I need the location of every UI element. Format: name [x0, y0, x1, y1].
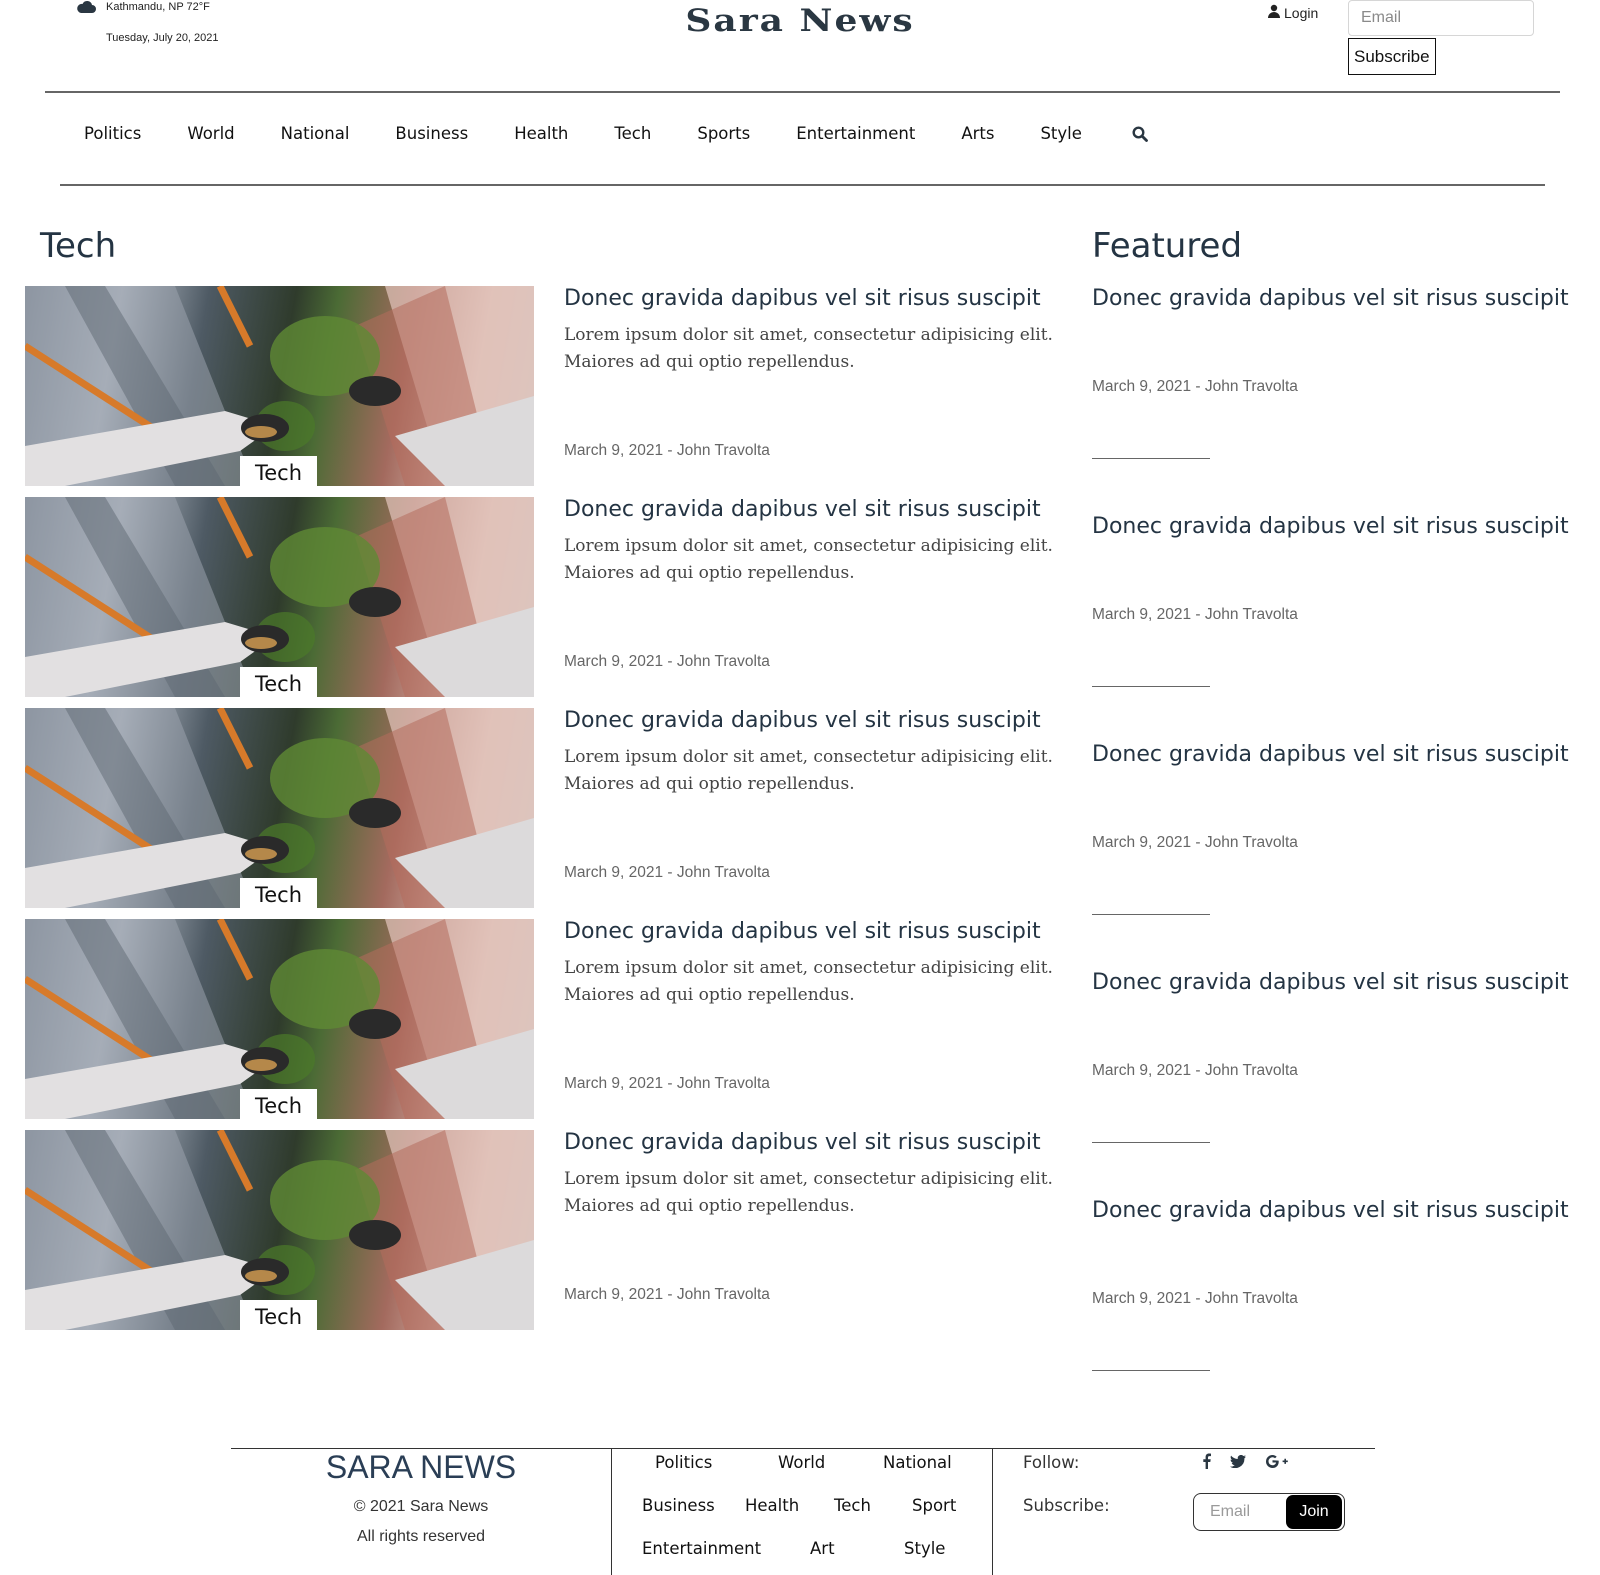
featured-title-link[interactable]: Donec gravida dapibus vel sit risus susc… [1092, 970, 1569, 995]
footer-link-health[interactable]: Health [745, 1496, 799, 1515]
footer-link-entertainment[interactable]: Entertainment [642, 1539, 761, 1558]
article-excerpt: Lorem ipsum dolor sit amet, consectetur … [564, 958, 1053, 1005]
article-image[interactable]: Tech [25, 497, 534, 697]
category-tag[interactable]: Tech [240, 878, 318, 908]
footer-link-national[interactable]: National [883, 1453, 952, 1472]
nav-business[interactable]: Business [395, 124, 468, 143]
featured-divider [1092, 1142, 1210, 1143]
footer-social-column: Follow: Subscribe: Join [993, 1449, 1373, 1575]
footer-links-column: Politics World National Business Health … [611, 1449, 993, 1575]
category-tag[interactable]: Tech [240, 456, 318, 486]
article-image[interactable]: Tech [25, 708, 534, 908]
login-link[interactable]: Login [1268, 4, 1318, 21]
login-label: Login [1284, 4, 1319, 21]
subscribe-label: Subscribe: [1023, 1496, 1110, 1515]
google-plus-icon[interactable] [1265, 1453, 1289, 1469]
article-card[interactable]: Tech Donec gravida dapibus vel sit risus … [25, 1130, 1075, 1330]
footer-link-world[interactable]: World [778, 1453, 825, 1472]
footer-link-tech[interactable]: Tech [834, 1496, 871, 1515]
category-tag[interactable]: Tech [240, 1300, 318, 1330]
featured-meta: March 9, 2021 - John Travolta [1092, 378, 1298, 395]
article-excerpt: Lorem ipsum dolor sit amet, consectetur … [564, 536, 1053, 583]
article-meta: March 9, 2021 - John Travolta [564, 653, 770, 670]
footer-link-style[interactable]: Style [904, 1539, 945, 1558]
featured-title-link[interactable]: Donec gravida dapibus vel sit risus susc… [1092, 514, 1569, 539]
article-meta: March 9, 2021 - John Travolta [564, 442, 770, 459]
footer-email-input[interactable] [1194, 1494, 1274, 1530]
article-title[interactable]: Donec gravida dapibus vel sit risus susc… [564, 1130, 1084, 1155]
nav-divider [60, 184, 1545, 186]
article-card[interactable]: Tech Donec gravida dapibus vel sit risus … [25, 919, 1075, 1119]
section-title: Tech [40, 226, 117, 266]
footer-link-sport[interactable]: Sport [912, 1496, 956, 1515]
footer-link-business[interactable]: Business [642, 1496, 715, 1515]
featured-item[interactable]: Donec gravida dapibus vel sit risus susc… [1092, 514, 1582, 734]
article-image[interactable]: Tech [25, 919, 534, 1119]
category-tag[interactable]: Tech [240, 667, 318, 697]
featured-title-link[interactable]: Donec gravida dapibus vel sit risus susc… [1092, 1198, 1569, 1223]
nav-national[interactable]: National [281, 124, 350, 143]
category-tag[interactable]: Tech [240, 1089, 318, 1119]
nav-tech[interactable]: Tech [614, 124, 651, 143]
featured-meta: March 9, 2021 - John Travolta [1092, 606, 1298, 623]
join-button[interactable]: Join [1286, 1495, 1342, 1529]
footer: SARA NEWS © 2021 Sara News All rights re… [231, 1448, 1375, 1575]
article-meta: March 9, 2021 - John Travolta [564, 864, 770, 881]
article-meta: March 9, 2021 - John Travolta [564, 1286, 770, 1303]
featured-item[interactable]: Donec gravida dapibus vel sit risus susc… [1092, 970, 1582, 1190]
featured-divider [1092, 1370, 1210, 1371]
nav-arts[interactable]: Arts [961, 124, 994, 143]
twitter-icon[interactable] [1229, 1453, 1247, 1469]
featured-meta: March 9, 2021 - John Travolta [1092, 1062, 1298, 1079]
featured-divider [1092, 458, 1210, 459]
nav-world[interactable]: World [187, 124, 234, 143]
nav-style[interactable]: Style [1040, 124, 1081, 143]
featured-meta: March 9, 2021 - John Travolta [1092, 1290, 1298, 1307]
article-card[interactable]: Tech Donec gravida dapibus vel sit risus … [25, 286, 1075, 486]
featured-title-link[interactable]: Donec gravida dapibus vel sit risus susc… [1092, 286, 1569, 311]
header-divider [45, 91, 1560, 93]
footer-copyright: © 2021 Sara News [353, 1498, 489, 1515]
nav-entertainment[interactable]: Entertainment [796, 124, 915, 143]
footer-link-art[interactable]: Art [810, 1539, 835, 1558]
footer-rights: All rights reserved [356, 1528, 486, 1545]
featured-item[interactable]: Donec gravida dapibus vel sit risus susc… [1092, 742, 1582, 962]
follow-label: Follow: [1023, 1453, 1080, 1472]
user-icon [1268, 4, 1280, 21]
subscribe-button[interactable]: Subscribe [1348, 38, 1436, 75]
nav-politics[interactable]: Politics [84, 124, 141, 143]
featured-title-link[interactable]: Donec gravida dapibus vel sit risus susc… [1092, 742, 1569, 767]
article-excerpt: Lorem ipsum dolor sit amet, consectetur … [564, 747, 1053, 794]
article-title[interactable]: Donec gravida dapibus vel sit risus susc… [564, 286, 1084, 311]
featured-title: Featured [1092, 226, 1243, 266]
featured-divider [1092, 686, 1210, 687]
article-title[interactable]: Donec gravida dapibus vel sit risus susc… [564, 919, 1084, 944]
article-title[interactable]: Donec gravida dapibus vel sit risus susc… [564, 708, 1084, 733]
article-excerpt: Lorem ipsum dolor sit amet, consectetur … [564, 1169, 1053, 1216]
article-image[interactable]: Tech [25, 1130, 534, 1330]
join-form: Join [1193, 1493, 1345, 1531]
article-card[interactable]: Tech Donec gravida dapibus vel sit risus … [25, 708, 1075, 908]
article-meta: March 9, 2021 - John Travolta [564, 1075, 770, 1092]
featured-item[interactable]: Donec gravida dapibus vel sit risus susc… [1092, 1198, 1582, 1418]
footer-brand: SARA NEWS [325, 1449, 517, 1485]
article-title[interactable]: Donec gravida dapibus vel sit risus susc… [564, 497, 1084, 522]
main-nav: Politics World National Business Health … [84, 124, 1148, 143]
footer-link-politics[interactable]: Politics [655, 1453, 712, 1472]
search-icon[interactable] [1132, 125, 1148, 142]
footer-brand-column: SARA NEWS © 2021 Sara News All rights re… [231, 1449, 611, 1575]
header-email-input[interactable] [1348, 0, 1534, 36]
nav-health[interactable]: Health [514, 124, 568, 143]
featured-divider [1092, 914, 1210, 915]
nav-sports[interactable]: Sports [697, 124, 750, 143]
article-card[interactable]: Tech Donec gravida dapibus vel sit risus … [25, 497, 1075, 697]
article-image[interactable]: Tech [25, 286, 534, 486]
featured-meta: March 9, 2021 - John Travolta [1092, 834, 1298, 851]
featured-item[interactable]: Donec gravida dapibus vel sit risus susc… [1092, 286, 1582, 506]
facebook-icon[interactable] [1199, 1453, 1213, 1469]
article-excerpt: Lorem ipsum dolor sit amet, consectetur … [564, 325, 1053, 372]
